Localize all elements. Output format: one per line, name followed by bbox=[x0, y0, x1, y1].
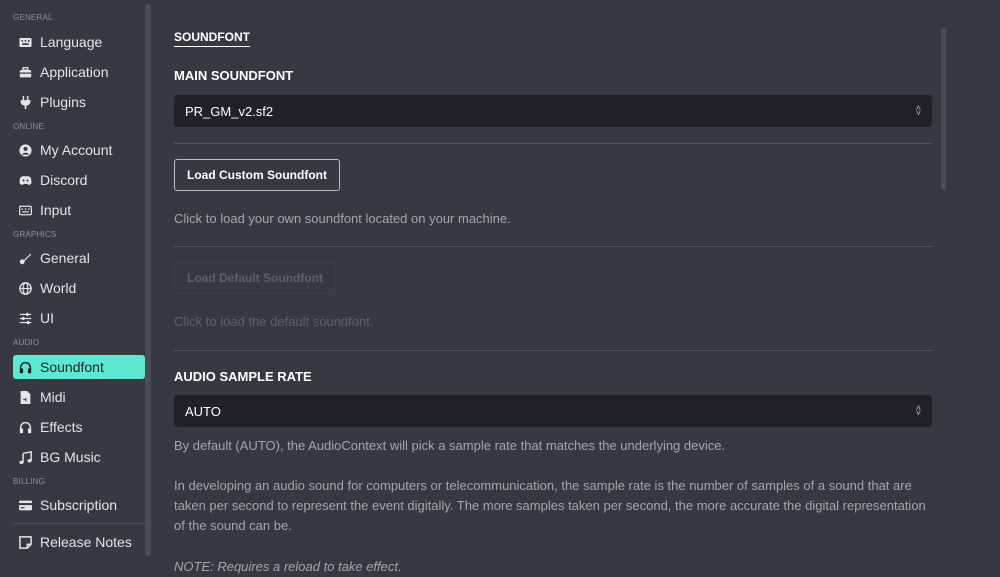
card-icon bbox=[18, 498, 32, 512]
chevron-up-down-icon: ˄ ˅ bbox=[915, 403, 921, 418]
sidebar-item-effects[interactable]: Effects bbox=[13, 415, 145, 439]
sidebar-item-label: Release Notes bbox=[40, 534, 132, 550]
sidebar-item-soundfont[interactable]: Soundfont bbox=[13, 355, 145, 379]
sidebar-item-label: Subscription bbox=[40, 497, 118, 513]
select-value: PR_GM_v2.sf2 bbox=[185, 103, 274, 119]
chevron-up-down-icon: ˄ ˅ bbox=[915, 103, 921, 118]
load-default-soundfont-button[interactable]: Load Default Soundfont bbox=[174, 262, 336, 294]
sidebar-item-label: Midi bbox=[40, 389, 66, 405]
sidebar-item-label: UI bbox=[40, 310, 54, 326]
sidebar-item-label: Application bbox=[40, 64, 109, 80]
load-default-description: Click to load the default soundfont. bbox=[174, 314, 374, 329]
sample-rate-explanation: In developing an audio sound for compute… bbox=[174, 478, 926, 533]
sidebar-item-label: Effects bbox=[40, 419, 83, 435]
globe-icon bbox=[18, 281, 32, 295]
discord-icon bbox=[18, 173, 32, 187]
toolbox-icon bbox=[18, 65, 32, 79]
main-soundfont-select[interactable]: PR_GM_v2.sf2 ˄ ˅ bbox=[174, 95, 932, 127]
sidebar-item-label: BG Music bbox=[40, 449, 101, 465]
sidebar-item-my-account[interactable]: My Account bbox=[13, 138, 145, 162]
main-soundfont-heading: MAIN SOUNDFONT bbox=[174, 68, 294, 83]
music-icon bbox=[18, 450, 32, 464]
sidebar-item-application[interactable]: Application bbox=[13, 60, 145, 84]
headphones-icon bbox=[18, 420, 32, 434]
sliders-icon bbox=[18, 311, 32, 325]
select-value: AUTO bbox=[185, 403, 221, 419]
category-audio: AUDIO bbox=[13, 338, 40, 347]
file-audio-icon bbox=[18, 390, 32, 404]
sidebar-item-midi[interactable]: Midi bbox=[13, 385, 145, 409]
divider bbox=[174, 350, 932, 351]
reload-note: NOTE: Requires a reload to take effect. bbox=[174, 559, 402, 574]
sidebar-item-label: Soundfont bbox=[40, 359, 104, 375]
sidebar-item-label: Discord bbox=[40, 172, 88, 188]
sidebar-item-label: World bbox=[40, 280, 77, 296]
sidebar-item-language[interactable]: Language bbox=[13, 30, 145, 54]
sidebar-item-ui[interactable]: UI bbox=[13, 306, 145, 330]
plug-icon bbox=[18, 95, 32, 109]
sidebar-item-label: Plugins bbox=[40, 94, 86, 110]
divider bbox=[174, 246, 932, 247]
headphones-icon bbox=[18, 360, 32, 374]
sidebar-item-bg-music[interactable]: BG Music bbox=[13, 445, 145, 469]
sidebar-scrollbar[interactable] bbox=[145, 4, 151, 556]
note-icon bbox=[18, 535, 32, 549]
sidebar-item-label: General bbox=[40, 250, 90, 266]
settings-sidebar: GENERAL Language Application Plugins ONL… bbox=[0, 0, 152, 576]
sample-rate-select[interactable]: AUTO ˄ ˅ bbox=[174, 395, 932, 427]
keyboard-icon bbox=[18, 35, 32, 49]
sidebar-item-subscription[interactable]: Subscription bbox=[13, 493, 145, 517]
category-general: GENERAL bbox=[13, 13, 53, 22]
sidebar-item-label: Language bbox=[40, 34, 103, 50]
category-graphics: GRAPHICS bbox=[13, 230, 57, 239]
section-title: SOUNDFONT bbox=[174, 30, 250, 47]
sidebar-divider bbox=[13, 523, 145, 524]
settings-content: SOUNDFONT MAIN SOUNDFONT PR_GM_v2.sf2 ˄ ˅… bbox=[152, 0, 1000, 576]
keyboard-icon bbox=[18, 203, 32, 217]
sidebar-item-label: My Account bbox=[40, 142, 113, 158]
sidebar-item-label: Input bbox=[40, 202, 72, 218]
load-custom-description: Click to load your own soundfont located… bbox=[174, 211, 511, 226]
user-circle-icon bbox=[18, 143, 32, 157]
divider bbox=[174, 143, 932, 144]
category-billing: BILLING bbox=[13, 477, 46, 486]
sidebar-item-discord[interactable]: Discord bbox=[13, 168, 145, 192]
sample-rate-description: By default (AUTO), the AudioContext will… bbox=[174, 438, 726, 453]
sidebar-item-world[interactable]: World bbox=[13, 276, 145, 300]
sample-rate-heading: AUDIO SAMPLE RATE bbox=[174, 369, 312, 384]
sidebar-item-plugins[interactable]: Plugins bbox=[13, 90, 145, 114]
sidebar-item-release-notes[interactable]: Release Notes bbox=[13, 530, 145, 554]
load-custom-soundfont-button[interactable]: Load Custom Soundfont bbox=[174, 159, 340, 191]
paint-icon bbox=[18, 251, 32, 265]
category-online: ONLINE bbox=[13, 122, 44, 131]
sidebar-item-input[interactable]: Input bbox=[13, 198, 145, 222]
content-scrollbar[interactable] bbox=[941, 28, 946, 190]
sidebar-item-general[interactable]: General bbox=[13, 246, 145, 270]
